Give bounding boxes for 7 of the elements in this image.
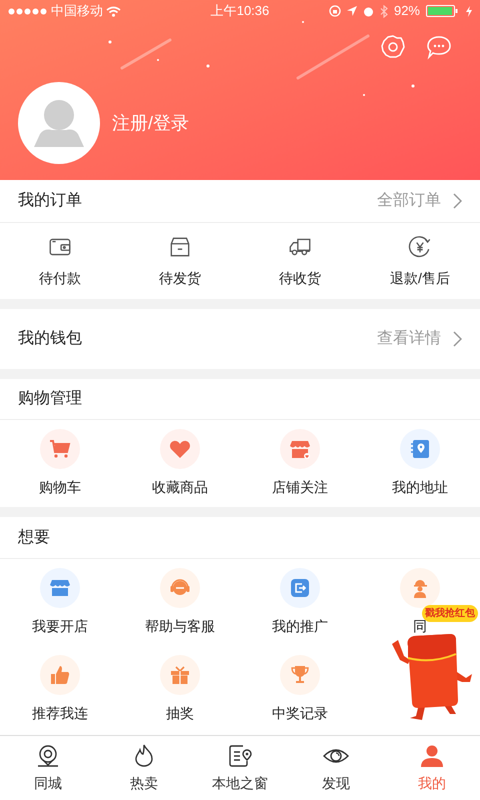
section-title: 我的钱包 xyxy=(18,328,83,349)
section-title: 想要 xyxy=(18,528,51,548)
battery-percentage: 92% xyxy=(394,2,420,20)
section-title: 我的订单 xyxy=(18,190,83,211)
status-time: 上午10:36 xyxy=(210,2,270,20)
section-title: 购物管理 xyxy=(18,389,83,409)
carrier-name: 中国移动 xyxy=(51,2,103,20)
